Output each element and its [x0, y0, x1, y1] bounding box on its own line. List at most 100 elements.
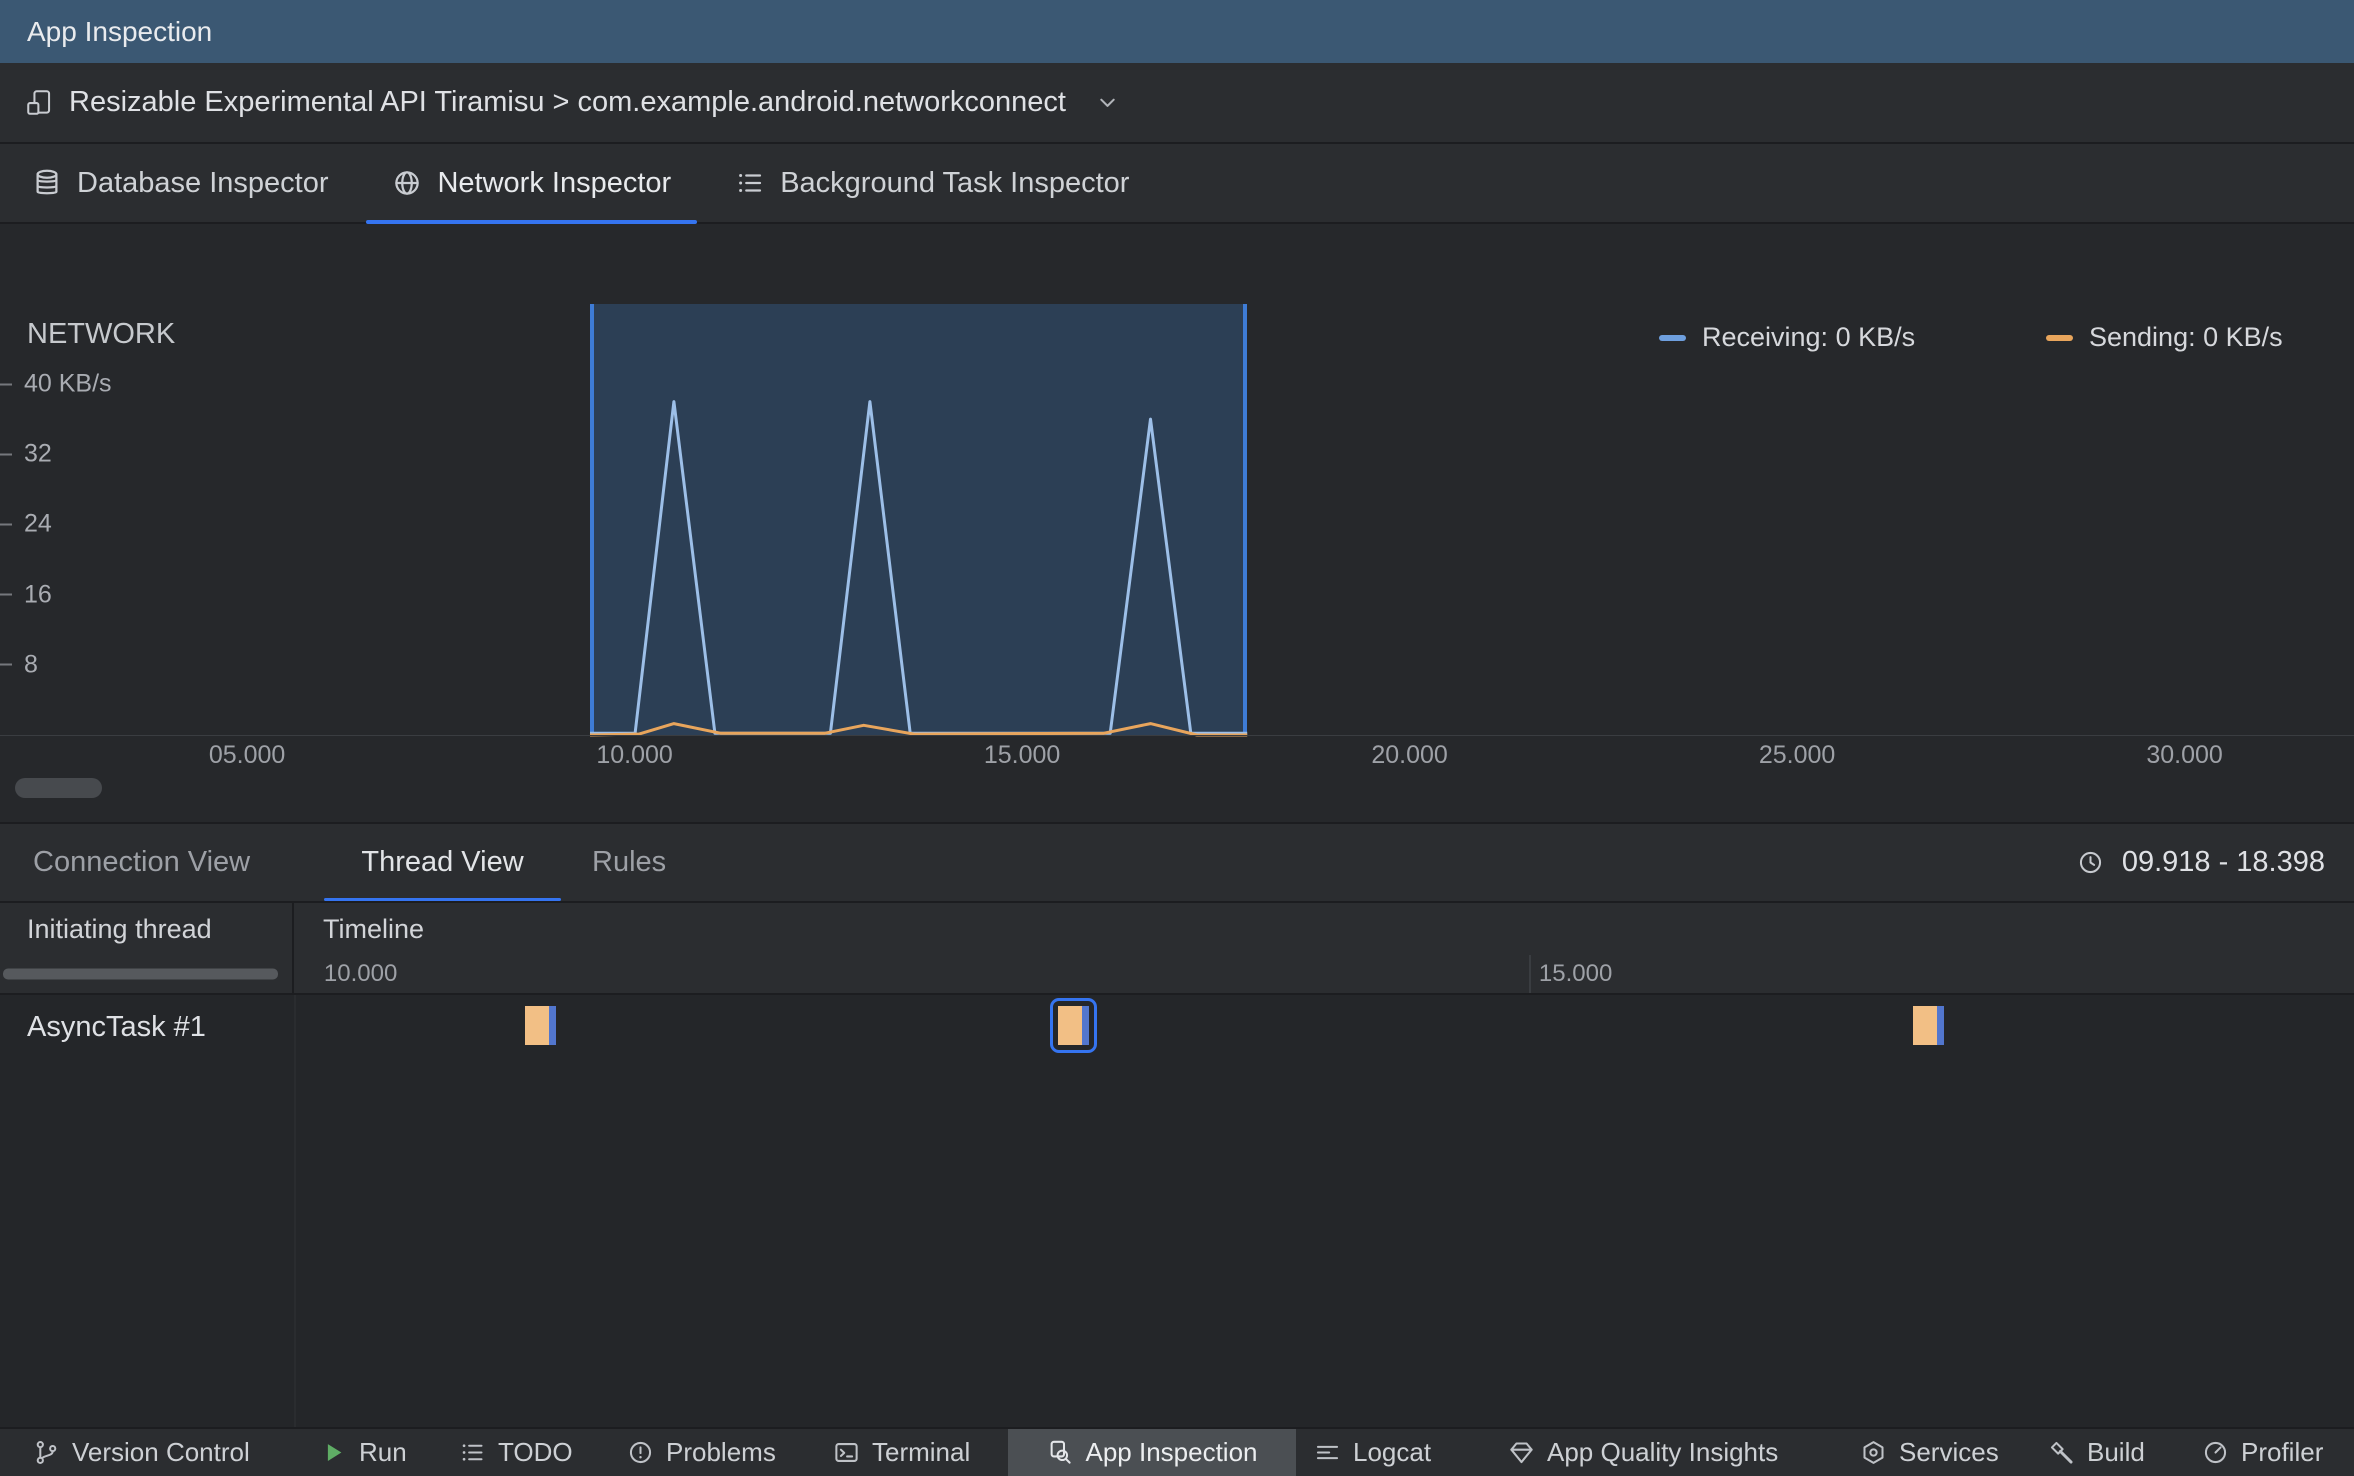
legend-receiving: Receiving: 0 KB/s [1659, 322, 1915, 353]
tool-window-button-label: Version Control [72, 1437, 250, 1467]
tool-window-button-label: Run [359, 1437, 407, 1467]
tool-window-button-label: App Inspection [1085, 1437, 1258, 1467]
tool-window-button-profiler[interactable]: Profiler [2186, 1429, 2339, 1476]
y-axis-tick: 24 [0, 510, 52, 539]
event-sending-segment [1912, 1006, 1937, 1045]
gem-icon [1508, 1439, 1535, 1466]
app-inspection-icon [1046, 1439, 1073, 1466]
y-axis-tick: 8 [0, 650, 38, 679]
network-event-block[interactable] [1912, 1006, 1944, 1045]
network-event-block[interactable] [1049, 998, 1097, 1053]
thread-table-body: AsyncTask #1 [0, 995, 2354, 1427]
time-range-label: 09.918 - 18.398 [2121, 846, 2325, 878]
clock-icon [2077, 849, 2104, 876]
y-tick-label: 16 [24, 580, 52, 609]
problems-icon [627, 1439, 654, 1466]
thread-table-header: Initiating thread Timeline [0, 903, 2354, 955]
tool-window-button-label: TODO [498, 1437, 573, 1467]
chevron-down-icon[interactable] [1094, 89, 1121, 116]
todo-list-icon [459, 1439, 486, 1466]
tool-window-button-logcat[interactable]: Logcat [1298, 1429, 1447, 1476]
tick-mark [0, 453, 12, 456]
tab-label: Background Task Inspector [780, 166, 1130, 199]
services-icon [1860, 1439, 1887, 1466]
tab-thread-view[interactable]: Thread View [324, 824, 561, 901]
tool-window-button-problems[interactable]: Problems [611, 1429, 792, 1476]
tool-window-button-version-control[interactable]: Version Control [17, 1429, 266, 1476]
column-header-timeline[interactable]: Timeline [296, 903, 2354, 955]
tool-window-button-app-inspection[interactable]: App Inspection [1008, 1429, 1296, 1476]
terminal-icon [833, 1439, 860, 1466]
tool-window-bar: Version Control Run TODO Problems Termin… [0, 1427, 2354, 1476]
logcat-icon [1314, 1439, 1341, 1466]
y-tick-label: 8 [24, 650, 38, 679]
tool-window-button-terminal[interactable]: Terminal [817, 1429, 986, 1476]
tab-background-task-inspector[interactable]: Background Task Inspector [703, 144, 1161, 222]
event-receiving-segment [1936, 1006, 1944, 1045]
tool-window-button-label: Services [1899, 1437, 1999, 1467]
legend-sending: Sending: 0 KB/s [2046, 322, 2283, 353]
tick-mark [0, 383, 12, 385]
tab-label: Thread View [361, 846, 524, 878]
tab-network-inspector[interactable]: Network Inspector [360, 144, 703, 224]
task-list-icon [735, 168, 765, 198]
chart-horizontal-scrollbar[interactable] [15, 778, 102, 798]
tool-window-button-label: Logcat [1353, 1437, 1432, 1467]
column-header-initiating-thread[interactable]: Initiating thread [0, 903, 294, 955]
x-tick-label: 30.000 [2146, 741, 2223, 769]
x-tick-label: 20.000 [1371, 741, 1448, 769]
tab-database-inspector[interactable]: Database Inspector [0, 144, 360, 222]
y-axis-tick: 40 KB/s [0, 370, 112, 399]
tool-window-button-label: App Quality Insights [1547, 1437, 1779, 1467]
tool-window-button-label: Terminal [872, 1437, 971, 1467]
receiving-line [590, 400, 1248, 735]
tool-window-button-label: Problems [666, 1437, 776, 1467]
tab-connection-view[interactable]: Connection View [33, 824, 250, 901]
tool-window-button-label: Profiler [2241, 1437, 2324, 1467]
event-sending-segment [1057, 1006, 1082, 1045]
resizable-device-icon [26, 89, 53, 116]
y-tick-label: 40 KB/s [24, 369, 112, 398]
timeline-tick-label: 15.000 [1538, 960, 1613, 987]
timeline-ruler: 10.000 15.000 [0, 955, 2354, 995]
tool-window-button-services[interactable]: Services [1844, 1429, 2015, 1476]
y-tick-label: 32 [24, 439, 52, 468]
tool-window-button-todo[interactable]: TODO [443, 1429, 589, 1476]
process-selector-label: Resizable Experimental API Tiramisu > co… [69, 86, 1066, 118]
y-tick-label: 24 [24, 509, 52, 538]
event-receiving-segment [1081, 1006, 1089, 1045]
x-tick-label: 10.000 [596, 741, 673, 769]
y-axis-tick: 16 [0, 580, 52, 609]
process-selector-bar[interactable]: Resizable Experimental API Tiramisu > co… [0, 63, 2354, 144]
tool-window-button-label: Build [2087, 1437, 2145, 1467]
selection-time-range: 09.918 - 18.398 [2077, 824, 2325, 901]
legend-label: Receiving: 0 KB/s [1702, 322, 1916, 352]
thread-name: AsyncTask #1 [27, 1011, 206, 1043]
tab-rules[interactable]: Rules [592, 824, 666, 901]
chart-plot[interactable] [0, 224, 2354, 822]
tool-window-button-app-quality-insights[interactable]: App Quality Insights [1492, 1429, 1794, 1476]
network-event-block[interactable] [525, 1006, 557, 1045]
tick-mark [0, 663, 12, 666]
tool-window-button-build[interactable]: Build [2032, 1429, 2161, 1476]
tab-label: Connection View [33, 846, 251, 878]
inspector-tabs-bar: Database Inspector Network Inspector Bac… [0, 144, 2354, 224]
tick-mark [0, 523, 12, 526]
legend-label: Sending: 0 KB/s [2089, 322, 2283, 352]
sending-line [589, 722, 1248, 737]
page-title: App Inspection [27, 15, 213, 47]
table-row[interactable]: AsyncTask #1 [0, 995, 2354, 1059]
column-label: Initiating thread [27, 913, 212, 944]
profiler-icon [2202, 1439, 2229, 1466]
database-icon [32, 168, 62, 198]
chart-title: NETWORK [27, 318, 176, 350]
x-tick-label: 05.000 [208, 741, 286, 769]
tick-mark [0, 593, 12, 596]
event-receiving-segment [549, 1006, 557, 1045]
run-icon [320, 1439, 347, 1466]
tab-label: Rules [592, 846, 667, 878]
network-chart: NETWORK Receiving: 0 KB/s Sending: 0 KB/… [0, 224, 2354, 822]
horizontal-scrollbar-thumb[interactable] [3, 968, 278, 980]
x-tick-label: 25.000 [1758, 741, 1836, 769]
tool-window-button-run[interactable]: Run [304, 1429, 423, 1476]
